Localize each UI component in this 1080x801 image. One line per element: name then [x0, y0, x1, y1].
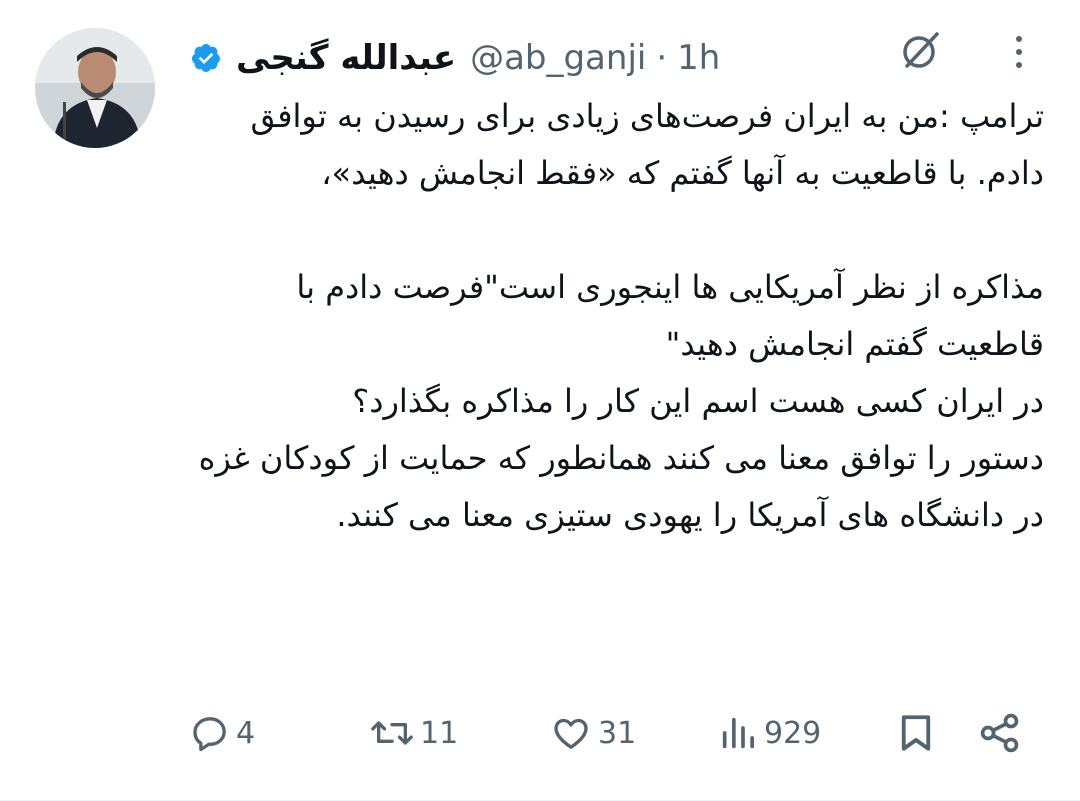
- repost-count: 11: [420, 715, 459, 751]
- tweet-header: عبدالله گنجی @ab_ganji · 1h: [190, 30, 720, 86]
- verified-badge-icon: [190, 42, 222, 74]
- more-icon[interactable]: [1012, 30, 1026, 78]
- share-button[interactable]: [978, 703, 1022, 763]
- avatar[interactable]: [35, 28, 155, 148]
- view-count: 929: [764, 715, 822, 751]
- timestamp[interactable]: 1h: [677, 38, 720, 78]
- like-icon: [554, 718, 588, 749]
- share-icon: [980, 713, 1019, 753]
- reply-button[interactable]: 4: [190, 703, 255, 763]
- grok-icon[interactable]: [897, 28, 943, 78]
- reply-icon: [193, 717, 226, 752]
- views-icon: [722, 717, 754, 749]
- like-button[interactable]: 31: [550, 703, 636, 763]
- tweet-text: ترامپ :من به ایران فرصت‌های زیادی برای ر…: [198, 97, 1044, 534]
- avatar-image: [35, 28, 155, 148]
- display-name[interactable]: عبدالله گنجی: [236, 38, 456, 78]
- like-count: 31: [598, 715, 637, 751]
- bookmark-button[interactable]: [895, 703, 937, 763]
- repost-icon: [371, 721, 413, 745]
- views-button[interactable]: 929: [718, 703, 821, 763]
- tweet-actions: 4 11 31 929: [0, 703, 1080, 763]
- separator-dot: ·: [656, 38, 668, 78]
- bookmark-icon: [901, 715, 931, 751]
- repost-button[interactable]: 11: [370, 703, 458, 763]
- author-handle[interactable]: @ab_ganji: [470, 38, 646, 78]
- reply-count: 4: [236, 715, 256, 751]
